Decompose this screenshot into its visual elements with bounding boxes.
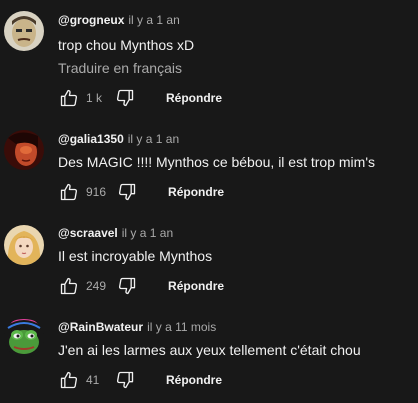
- like-button[interactable]: [58, 275, 80, 297]
- like-button[interactable]: [58, 181, 80, 203]
- like-button[interactable]: [58, 369, 80, 391]
- avatar-blonde-girl-icon: [4, 225, 44, 265]
- avatar-red-portrait-icon: [4, 130, 44, 170]
- comment-text: J'en ai les larmes aux yeux tellement c'…: [58, 342, 361, 358]
- thumb-up-icon: [60, 183, 78, 201]
- reply-button[interactable]: Répondre: [166, 373, 222, 387]
- comment-author[interactable]: @RainBwateur: [58, 320, 143, 334]
- like-count: 916: [86, 185, 107, 199]
- reply-button[interactable]: Répondre: [168, 279, 224, 293]
- comment-timestamp[interactable]: il y a 1 an: [128, 13, 179, 27]
- comment-actions: 249 Répondre: [58, 275, 224, 297]
- comment-text: Des MAGIC !!!! Mynthos ce bébou, il est …: [58, 154, 375, 170]
- dislike-button[interactable]: [116, 181, 138, 203]
- dislike-button[interactable]: [116, 275, 138, 297]
- comment-timestamp[interactable]: il y a 1 an: [128, 132, 179, 146]
- comment-actions: 41 Répondre: [58, 369, 222, 391]
- comment-text: trop chou Mynthos xD: [58, 37, 195, 53]
- comment-author[interactable]: @grogneux: [58, 13, 124, 27]
- comment-header: @grogneux il y a 1 an: [58, 13, 180, 27]
- thumb-down-icon: [119, 277, 136, 295]
- avatar[interactable]: [4, 318, 44, 358]
- thumb-up-icon: [60, 89, 78, 107]
- avatar-green-frog-icon: [4, 318, 44, 358]
- avatar-cartoon-face-icon: [4, 11, 44, 51]
- comment-actions: 1 k Répondre: [58, 87, 222, 109]
- dislike-button[interactable]: [114, 369, 136, 391]
- comment-author[interactable]: @galia1350: [58, 132, 124, 146]
- avatar[interactable]: [4, 130, 44, 170]
- like-button[interactable]: [58, 87, 80, 109]
- thumb-down-icon: [116, 89, 134, 107]
- comment-header: @galia1350 il y a 1 an: [58, 132, 179, 146]
- dislike-button[interactable]: [114, 87, 136, 109]
- avatar[interactable]: [4, 225, 44, 265]
- comment-header: @scraavel il y a 1 an: [58, 226, 173, 240]
- translate-link[interactable]: Traduire en français: [58, 59, 182, 77]
- thumb-up-icon: [60, 277, 78, 295]
- comment-timestamp[interactable]: il y a 1 an: [122, 226, 173, 240]
- reply-button[interactable]: Répondre: [168, 185, 224, 199]
- thumb-down-icon: [116, 371, 134, 389]
- comment-actions: 916 Répondre: [58, 181, 224, 203]
- avatar[interactable]: [4, 11, 44, 51]
- comment-author[interactable]: @scraavel: [58, 226, 118, 240]
- thumb-down-icon: [119, 183, 136, 201]
- thumb-up-icon: [60, 371, 78, 389]
- like-count: 1 k: [86, 91, 103, 105]
- like-count: 41: [86, 373, 100, 387]
- comment-text: Il est incroyable Mynthos: [58, 248, 213, 264]
- comment-list: @grogneux il y a 1 an trop chou Mynthos x…: [0, 0, 418, 403]
- reply-button[interactable]: Répondre: [166, 91, 222, 105]
- like-count: 249: [86, 279, 107, 293]
- comment-header: @RainBwateur il y a 11 mois: [58, 320, 216, 334]
- comment-timestamp[interactable]: il y a 11 mois: [147, 320, 216, 334]
